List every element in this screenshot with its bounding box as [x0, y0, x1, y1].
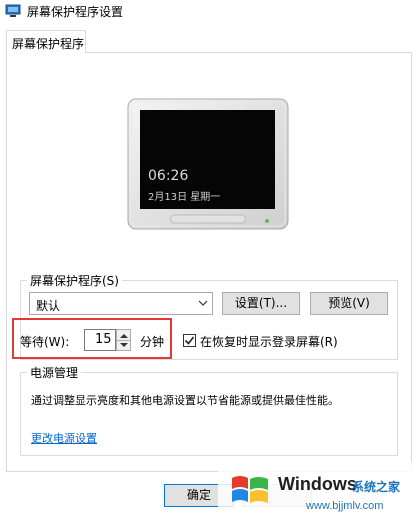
watermark-cn: 系统之家 [352, 480, 401, 494]
window-title: 屏幕保护程序设置 [27, 5, 124, 19]
settings-button[interactable]: 设置(T)... [222, 292, 300, 315]
screensaver-selected-value: 默认 [36, 299, 61, 313]
power-led-icon [265, 219, 269, 223]
power-group-label: 电源管理 [27, 364, 82, 381]
checkmark-icon [184, 336, 195, 345]
power-description: 通过调整显示亮度和其他电源设置以节省能源或提供最佳性能。 [31, 394, 339, 407]
resume-logon-label[interactable]: 在恢复时显示登录屏幕(R) [200, 333, 338, 350]
tab-screensaver[interactable]: 屏幕保护程序 [6, 30, 86, 53]
windows-logo-icon [232, 476, 268, 503]
watermark-brand: Windows [278, 474, 357, 494]
title-bar: 屏幕保护程序设置 [0, 0, 418, 22]
highlight-annotation [12, 318, 172, 359]
preview-time: 06:26 [148, 168, 189, 184]
screensaver-select[interactable]: 默认 [29, 292, 213, 315]
watermark-url: www.bjjmlv.com [306, 500, 384, 512]
display-settings-icon [5, 4, 21, 17]
preview-screen: 06:26 2月13日 星期一 [140, 110, 275, 209]
preview-date: 2月13日 星期一 [148, 192, 221, 203]
preview-button[interactable]: 预览(V) [310, 292, 388, 315]
change-power-settings-link[interactable]: 更改电源设置 [31, 430, 97, 446]
chevron-down-icon [198, 300, 208, 306]
screensaver-group-label: 屏幕保护程序(S) [27, 272, 122, 289]
resume-logon-checkbox[interactable] [183, 334, 196, 347]
